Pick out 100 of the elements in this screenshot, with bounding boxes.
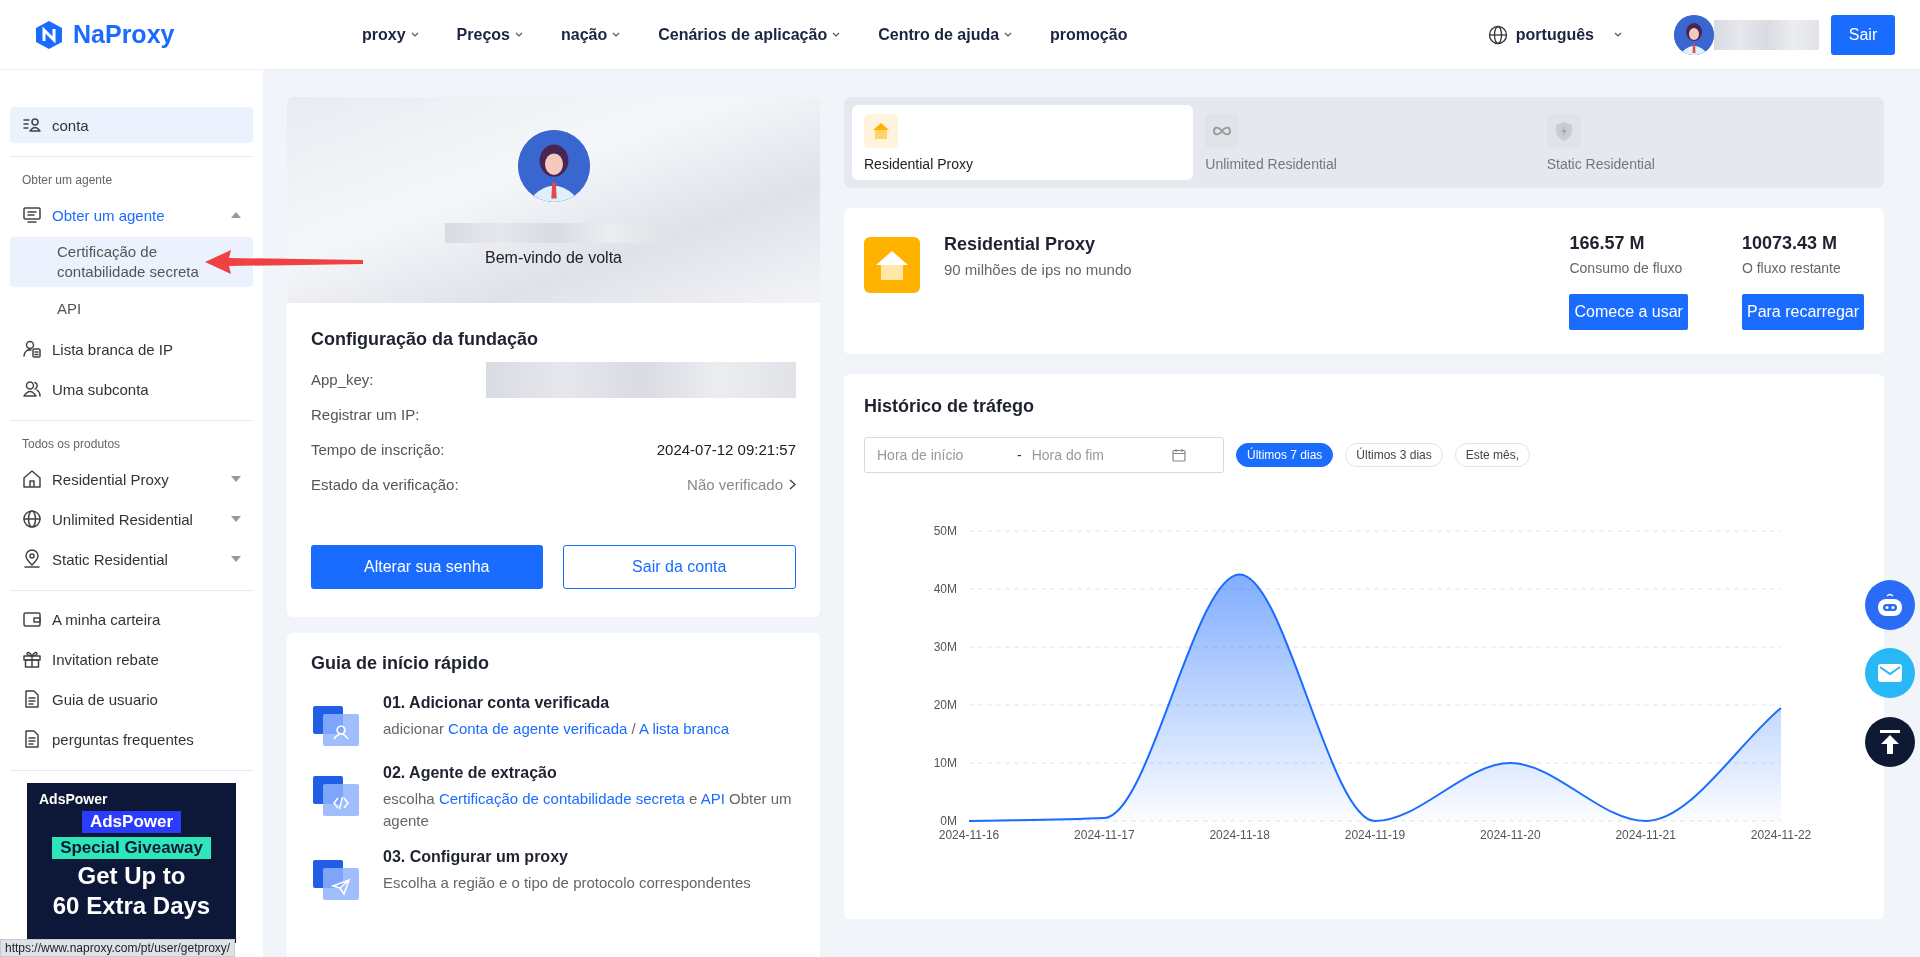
logout-button[interactable]: Sair bbox=[1831, 14, 1895, 55]
step-description: escolha Certificação de contabilidade secreta e API Obter um agente bbox=[383, 789, 793, 831]
monitor-icon bbox=[22, 205, 42, 225]
location-pin-icon bbox=[22, 549, 42, 569]
text-link[interactable]: A lista branca bbox=[639, 720, 730, 737]
nav-link[interactable]: nação bbox=[560, 25, 621, 44]
chevron-down-icon bbox=[410, 32, 419, 37]
document-icon bbox=[22, 729, 42, 749]
sidebar-item[interactable]: perguntas frequentes bbox=[10, 721, 253, 757]
nav-link[interactable]: Preços bbox=[456, 25, 523, 44]
wallet-icon bbox=[22, 609, 42, 629]
house-icon bbox=[22, 469, 42, 489]
field-label: Registrar um IP: bbox=[311, 406, 420, 423]
card-title: Configuração da fundação bbox=[311, 329, 540, 350]
banner-tag: AdsPower bbox=[81, 811, 182, 833]
chevron-down-icon bbox=[1004, 32, 1013, 37]
document-icon bbox=[22, 689, 42, 709]
range-chip[interactable]: Este mês, bbox=[1454, 443, 1531, 467]
card-title: Guia de início rápido bbox=[311, 653, 491, 674]
logo-text: NaProxy bbox=[73, 20, 175, 49]
axis-tick-label: 40M bbox=[933, 582, 957, 596]
house-icon bbox=[864, 113, 898, 148]
range-chip[interactable]: Últimos 7 dias bbox=[1236, 443, 1334, 467]
status-url: https://www.naproxy.com/pt/user/getproxy/ bbox=[0, 939, 236, 957]
house-icon bbox=[864, 237, 920, 293]
caret-icon bbox=[231, 476, 241, 482]
arrow-up-icon bbox=[1879, 730, 1901, 754]
range-chip[interactable]: Últimos 3 dias bbox=[1345, 443, 1443, 467]
nav-link[interactable]: promoção bbox=[1050, 25, 1128, 44]
step-title: 03. Configurar um proxy bbox=[383, 848, 569, 866]
field-label: Estado da verificação: bbox=[311, 476, 459, 493]
axis-tick-label: 20M bbox=[933, 698, 957, 712]
recharge-button[interactable]: Para recarregar bbox=[1741, 293, 1864, 330]
axis-tick-label: 2024-11-21 bbox=[1615, 828, 1676, 842]
users-icon bbox=[22, 379, 42, 399]
product-tab[interactable]: Residential Proxy bbox=[852, 105, 1194, 180]
avatar-icon bbox=[1674, 14, 1714, 55]
axis-tick-label: 50M bbox=[933, 524, 957, 538]
sidebar-item[interactable]: Invitation rebate bbox=[10, 641, 253, 677]
step-description: Escolha a região e o tipo de protocolo correspondentes bbox=[383, 873, 751, 893]
sidebar-item[interactable]: conta bbox=[10, 107, 253, 143]
axis-tick-label: 2024-11-20 bbox=[1480, 828, 1541, 842]
banner-ribbon: Special Giveaway bbox=[52, 837, 211, 859]
product-tab[interactable]: Static Residential bbox=[1534, 105, 1876, 180]
sidebar-item[interactable]: Obter um agente bbox=[10, 197, 253, 233]
robot-icon bbox=[1875, 592, 1905, 618]
chevron-down-icon bbox=[832, 32, 841, 37]
chevron-down-icon bbox=[514, 32, 523, 37]
text-link[interactable]: Certificação de contabilidade secreta bbox=[438, 790, 685, 807]
section-heading: Todos os produtos bbox=[21, 436, 122, 453]
product-title: Residential Proxy bbox=[944, 234, 1097, 255]
chatbot-button[interactable] bbox=[1865, 580, 1915, 630]
axis-tick-label: 0M bbox=[940, 814, 957, 828]
nav-link[interactable]: Centro de ajuda bbox=[878, 25, 1013, 44]
sidebar-item[interactable]: Residential Proxy bbox=[10, 461, 253, 497]
stat-label: Consumo de fluxo bbox=[1569, 259, 1684, 276]
text-link[interactable]: API bbox=[700, 790, 725, 807]
language-selector[interactable]: português bbox=[1481, 23, 1628, 46]
chevron-down-icon bbox=[612, 32, 621, 37]
banner-headline: Get Up to bbox=[77, 863, 186, 889]
sidebar-item[interactable]: Unlimited Residential bbox=[10, 501, 253, 537]
axis-tick-label: 30M bbox=[933, 640, 957, 654]
sidebar-item[interactable]: Guia de usuario bbox=[10, 681, 253, 717]
axis-tick-label: 2024-11-19 bbox=[1344, 828, 1406, 842]
back-to-top-button[interactable] bbox=[1865, 717, 1915, 767]
nav-link[interactable]: proxy bbox=[362, 25, 419, 44]
ad-banner[interactable]: AdsPower AdsPower Special Giveaway Get Up to 60 Extra Days bbox=[27, 783, 236, 943]
sidebar-item[interactable]: Uma subconta bbox=[10, 371, 253, 407]
stat-value: 10073.43 M bbox=[1741, 232, 1839, 254]
welcome-text: Bem-vindo de volta bbox=[485, 249, 622, 267]
infinity-icon bbox=[1205, 113, 1240, 148]
logout-account-button[interactable]: Sair da conta bbox=[562, 545, 796, 589]
nav-link[interactable]: Cenários de aplicação bbox=[658, 25, 841, 44]
step-description: adicionar Conta de agente verificada / A lista branca bbox=[383, 719, 730, 739]
start-button[interactable]: Comece a usar bbox=[1569, 293, 1688, 330]
stat-label: O fluxo restante bbox=[1741, 259, 1842, 276]
verification-link[interactable]: Não verificado bbox=[687, 476, 796, 493]
step-title: 01. Adicionar conta verificada bbox=[383, 694, 611, 712]
sidebar-item[interactable]: A minha carteira bbox=[10, 601, 253, 637]
account-icon bbox=[22, 115, 42, 135]
sidebar-subitem[interactable]: API bbox=[10, 291, 253, 327]
field-label: Tempo de inscrição: bbox=[311, 441, 445, 458]
axis-tick-label: 2024-11-17 bbox=[1074, 828, 1135, 842]
step-title: 02. Agente de extração bbox=[383, 764, 558, 782]
sidebar-item[interactable]: Lista branca de IP bbox=[10, 331, 253, 367]
axis-tick-label: 2024-11-22 bbox=[1750, 828, 1812, 842]
chevron-down-icon bbox=[1614, 32, 1622, 37]
product-tab[interactable]: Unlimited Residential bbox=[1193, 105, 1535, 180]
caret-icon bbox=[231, 556, 241, 562]
calendar-icon bbox=[1171, 448, 1186, 462]
chevron-right-icon bbox=[789, 479, 796, 490]
sidebar-subitem[interactable]: Certificação de contabilidade secreta bbox=[10, 237, 253, 287]
change-password-button[interactable]: Alterar sua senha bbox=[311, 545, 543, 589]
text-link[interactable]: Conta de agente verificada bbox=[448, 720, 628, 737]
axis-tick-label: 2024-11-18 bbox=[1209, 828, 1270, 842]
banner-headline: 60 Extra Days bbox=[52, 893, 211, 919]
sidebar-item[interactable]: Static Residential bbox=[10, 541, 253, 577]
card-title: Histórico de tráfego bbox=[864, 396, 1036, 417]
field-value: 2024-07-12 09:21:57 bbox=[656, 441, 796, 458]
caret-icon bbox=[231, 212, 241, 218]
